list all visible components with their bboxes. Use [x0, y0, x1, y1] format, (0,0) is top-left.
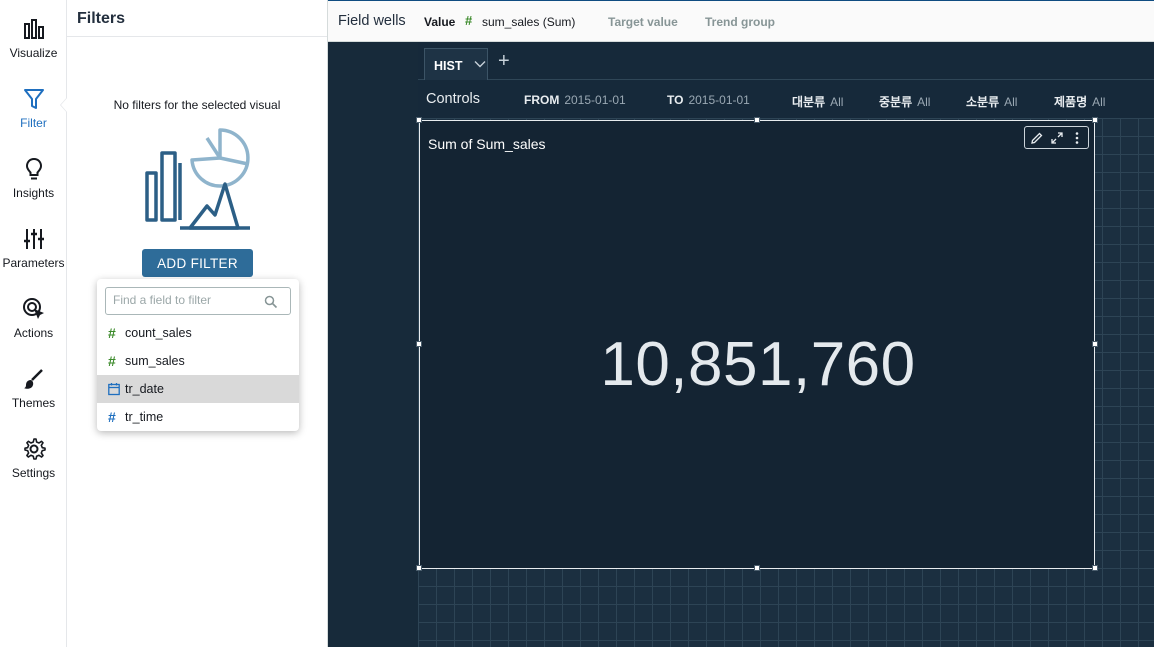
rail-label-insights: Insights [12, 186, 55, 200]
field-item-label: tr_date [125, 382, 164, 396]
field-search-box[interactable] [105, 287, 291, 315]
controls-bar: Controls FROM 2015-01-01 TO 2015-01-01 대분류… [418, 80, 1154, 118]
gear-icon [23, 438, 46, 460]
rail-item-filter[interactable]: Filter [0, 74, 67, 140]
rail-item-visualize[interactable]: Visualize [0, 4, 67, 70]
visual-menu [1024, 126, 1089, 149]
add-filter-button[interactable]: ADD FILTER [142, 249, 253, 277]
resize-handle-bottom[interactable] [754, 565, 760, 571]
funnel-icon [23, 89, 44, 109]
empty-filters-illustration-icon [145, 128, 250, 230]
control-product-name[interactable]: 제품명 All [1054, 93, 1105, 110]
filters-title: Filters [77, 10, 126, 27]
control-value: 2015-01-01 [564, 93, 626, 107]
bar-chart-icon [23, 19, 44, 39]
kpi-visual[interactable]: Sum of Sum_sales 10,851,760 [419, 120, 1095, 569]
field-item-count-sales[interactable]: # count_sales [97, 319, 299, 347]
paintbrush-icon [23, 369, 43, 389]
sheet-tab-label: HIST [434, 59, 463, 73]
rail-item-settings[interactable]: Settings [0, 424, 67, 490]
resize-handle-top-left[interactable] [416, 117, 422, 123]
resize-handle-right[interactable] [1092, 341, 1098, 347]
expand-icon[interactable] [1050, 131, 1064, 145]
value-well-field[interactable]: sum_sales (Sum) [482, 15, 575, 29]
control-value: All [830, 95, 844, 109]
sliders-icon [23, 229, 44, 249]
field-item-label: sum_sales [125, 354, 185, 368]
control-category-medium[interactable]: 중분류 All [879, 93, 930, 110]
more-options-icon[interactable] [1070, 131, 1084, 145]
filters-divider [67, 36, 327, 37]
control-category-small[interactable]: 소분류 All [966, 93, 1017, 110]
control-label: TO [667, 93, 684, 107]
cursor-target-icon [22, 298, 44, 319]
control-label: 중분류 [879, 95, 913, 109]
resize-handle-top[interactable] [754, 117, 760, 123]
icon-rail: Visualize Filter Insights Parameters Act… [0, 0, 67, 647]
rail-label-settings: Settings [11, 466, 56, 480]
empty-message: No filters for the selected visual [113, 98, 281, 112]
control-category-large[interactable]: 대분류 All [792, 93, 843, 110]
controls-title[interactable]: Controls [426, 91, 480, 107]
control-label: 소분류 [966, 95, 1000, 109]
control-label: 제품명 [1054, 95, 1088, 109]
field-wells-title[interactable]: Field wells [338, 13, 406, 29]
rail-label-actions: Actions [13, 326, 54, 340]
field-item-label: count_sales [125, 326, 192, 340]
search-icon [264, 295, 278, 309]
field-wells-bar: Field wells Value # sum_sales (Sum) Targ… [328, 0, 1154, 42]
rail-item-parameters[interactable]: Parameters [0, 214, 67, 280]
control-label: FROM [524, 93, 560, 107]
control-to[interactable]: TO 2015-01-01 [667, 93, 750, 107]
rail-item-insights[interactable]: Insights [0, 144, 67, 210]
rail-label-visualize: Visualize [9, 46, 58, 60]
chevron-down-icon[interactable] [474, 58, 486, 70]
sheet-tab-bar: HIST + [418, 42, 1154, 80]
field-search-input[interactable] [113, 293, 263, 307]
number-field-icon: # [465, 13, 473, 28]
rail-item-actions[interactable]: Actions [0, 284, 67, 350]
number-field-icon: # [108, 409, 116, 425]
target-value-well[interactable]: Target value [608, 15, 678, 29]
number-field-icon: # [108, 325, 116, 341]
kpi-value: 10,851,760 [600, 330, 916, 399]
trend-group-well[interactable]: Trend group [705, 15, 775, 29]
field-item-sum-sales[interactable]: # sum_sales [97, 347, 299, 375]
rail-label-parameters: Parameters [2, 256, 65, 270]
field-item-tr-time[interactable]: # tr_time [97, 403, 299, 431]
calendar-icon [108, 383, 120, 396]
field-item-label: tr_time [125, 410, 164, 424]
control-value: 2015-01-01 [688, 93, 750, 107]
resize-handle-left[interactable] [416, 341, 422, 347]
resize-handle-top-right[interactable] [1092, 117, 1098, 123]
field-item-tr-date[interactable]: tr_date [97, 375, 299, 403]
rail-label-themes: Themes [11, 396, 56, 410]
add-sheet-button[interactable]: + [498, 51, 510, 71]
rail-item-themes[interactable]: Themes [0, 354, 67, 420]
control-from[interactable]: FROM 2015-01-01 [524, 93, 626, 107]
lightbulb-icon [25, 157, 42, 180]
sheet-tab-hist[interactable]: HIST [424, 48, 488, 80]
field-dropdown: # count_sales # sum_sales tr_date # tr_t… [97, 279, 299, 431]
resize-handle-bottom-right[interactable] [1092, 565, 1098, 571]
rail-label-filter: Filter [20, 116, 47, 130]
resize-handle-bottom-left[interactable] [416, 565, 422, 571]
pencil-icon[interactable] [1030, 131, 1044, 145]
control-value: All [1092, 95, 1106, 109]
control-value: All [1004, 95, 1018, 109]
value-well-label: Value [424, 15, 456, 29]
control-value: All [917, 95, 931, 109]
control-label: 대분류 [792, 95, 826, 109]
visual-title[interactable]: Sum of Sum_sales [428, 136, 546, 152]
number-field-icon: # [108, 353, 116, 369]
